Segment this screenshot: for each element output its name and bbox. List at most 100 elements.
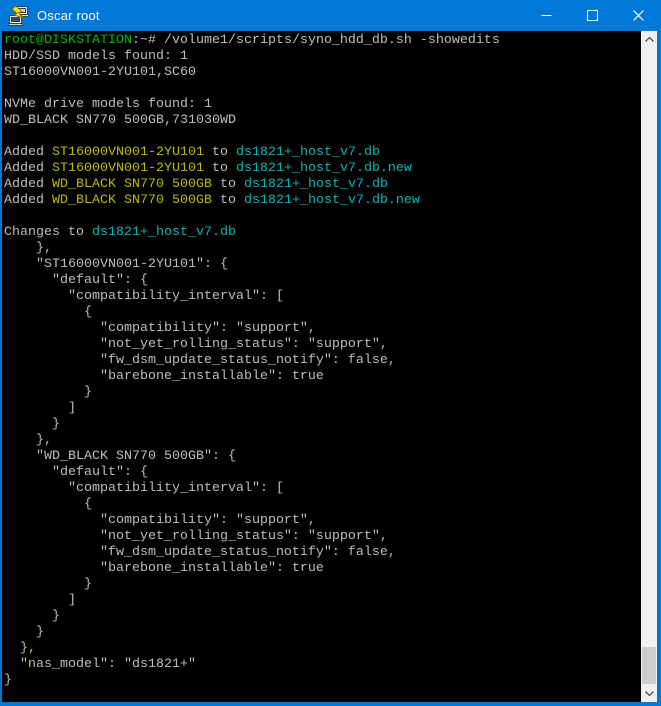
terminal-text-segment: to (212, 193, 244, 208)
terminal-text-segment: }, (4, 433, 52, 448)
terminal-line: "compatibility_interval": [ (4, 289, 641, 305)
terminal-text-segment: } (4, 385, 92, 400)
terminal-line: "barebone_installable": true (4, 369, 641, 385)
terminal-line: } (4, 577, 641, 593)
terminal-text-segment: HDD/SSD models found: 1 (4, 49, 188, 64)
terminal-line: { (4, 305, 641, 321)
terminal-line: "compatibility": "support", (4, 321, 641, 337)
terminal-line: { (4, 497, 641, 513)
terminal-text-segment: WD_BLACK SN770 500GB (52, 193, 212, 208)
terminal-line: Added WD_BLACK SN770 500GB to ds1821+_ho… (4, 177, 641, 193)
terminal-text-segment: "barebone_installable": true (4, 561, 324, 576)
terminal-text-segment: to (212, 177, 244, 192)
terminal-line: HDD/SSD models found: 1 (4, 49, 641, 65)
terminal-line: "fw_dsm_update_status_notify": false, (4, 545, 641, 561)
terminal-text-segment: } (4, 417, 60, 432)
terminal-text-segment: WD_BLACK SN770 500GB (52, 177, 212, 192)
putty-app-icon (8, 6, 28, 26)
terminal-text-segment: }, (4, 241, 52, 256)
terminal-line: } (4, 609, 641, 625)
terminal-text-segment: "ST16000VN001-2YU101": { (4, 257, 228, 272)
terminal-text-segment: NVMe drive models found: 1 (4, 97, 212, 112)
terminal-text-segment: "fw_dsm_update_status_notify": false, (4, 353, 396, 368)
titlebar[interactable]: Oscar root (0, 0, 661, 31)
scrollbar-thumb[interactable] (642, 647, 656, 684)
terminal-line: }, (4, 641, 641, 657)
terminal-line: Changes to ds1821+_host_v7.db (4, 225, 641, 241)
terminal-line: } (4, 417, 641, 433)
close-icon (633, 10, 644, 21)
terminal-text-segment: "compatibility_interval": [ (4, 289, 284, 304)
terminal-line: "default": { (4, 273, 641, 289)
terminal-screen[interactable]: root@DISKSTATION:~# /volume1/scripts/syn… (2, 31, 641, 702)
terminal-line: }, (4, 433, 641, 449)
maximize-button[interactable] (569, 0, 615, 31)
terminal-line (4, 209, 641, 225)
terminal-text-segment: :~# /volume1/scripts/syno_hdd_db.sh -sho… (132, 33, 500, 48)
terminal-text-segment: ] (4, 593, 76, 608)
terminal-text-segment: Added (4, 177, 52, 192)
terminal-text-segment: "compatibility_interval": [ (4, 481, 284, 496)
terminal-text-segment: to (204, 145, 236, 160)
terminal-line: "compatibility": "support", (4, 513, 641, 529)
terminal-line: "not_yet_rolling_status": "support", (4, 337, 641, 353)
terminal-text-segment: ds1821+_host_v7.db.new (244, 193, 420, 208)
terminal-text-segment: { (4, 497, 92, 512)
terminal-line: } (4, 673, 641, 689)
terminal-line: "default": { (4, 465, 641, 481)
window-controls (523, 0, 661, 31)
terminal-text-segment: "barebone_installable": true (4, 369, 324, 384)
terminal-text-segment: Changes to (4, 225, 92, 240)
terminal-scrollbar[interactable] (641, 31, 657, 702)
terminal-line (4, 81, 641, 97)
terminal-line: "compatibility_interval": [ (4, 481, 641, 497)
maximize-icon (587, 10, 598, 21)
terminal-line: WD_BLACK SN770 500GB,731030WD (4, 113, 641, 129)
chevron-up-icon (645, 37, 654, 42)
terminal-line: }, (4, 241, 641, 257)
terminal-text-segment: root@DISKSTATION (4, 33, 132, 48)
terminal-line: Added WD_BLACK SN770 500GB to ds1821+_ho… (4, 193, 641, 209)
scroll-up-button[interactable] (641, 31, 657, 48)
terminal-text-segment: Added (4, 145, 52, 160)
minimize-button[interactable] (523, 0, 569, 31)
close-button[interactable] (615, 0, 661, 31)
terminal-line: } (4, 625, 641, 641)
terminal-line: Added ST16000VN001-2YU101 to ds1821+_hos… (4, 161, 641, 177)
terminal-text-segment: "compatibility": "support", (4, 513, 316, 528)
terminal-text-segment: ds1821+_host_v7.db (244, 177, 388, 192)
terminal-line: Added ST16000VN001-2YU101 to ds1821+_hos… (4, 145, 641, 161)
terminal-text-segment: "not_yet_rolling_status": "support", (4, 529, 388, 544)
terminal-text-segment: Added (4, 193, 52, 208)
terminal-text-segment: to (204, 161, 236, 176)
terminal-line: "nas_model": "ds1821+" (4, 657, 641, 673)
terminal-text-segment: "default": { (4, 273, 148, 288)
terminal-text-segment: ST16000VN001-2YU101 (52, 161, 204, 176)
terminal-line: ] (4, 401, 641, 417)
terminal-text-segment: "nas_model": "ds1821+" (4, 657, 196, 672)
terminal-line: "barebone_installable": true (4, 561, 641, 577)
terminal-line (4, 129, 641, 145)
terminal-text-segment: ds1821+_host_v7.db (236, 145, 380, 160)
window-title: Oscar root (37, 8, 100, 23)
minimize-icon (541, 10, 552, 21)
terminal-text-segment: { (4, 305, 92, 320)
terminal-text-segment: } (4, 673, 12, 688)
terminal-text-segment: }, (4, 641, 36, 656)
putty-window: Oscar root root@DISKSTATION:~# /volume1 (0, 0, 661, 706)
terminal-line: "ST16000VN001-2YU101": { (4, 257, 641, 273)
terminal-text-segment: "WD_BLACK SN770 500GB": { (4, 449, 236, 464)
terminal-text-segment: WD_BLACK SN770 500GB,731030WD (4, 113, 236, 128)
scroll-down-button[interactable] (641, 685, 657, 702)
terminal-line: NVMe drive models found: 1 (4, 97, 641, 113)
terminal-text-segment: "fw_dsm_update_status_notify": false, (4, 545, 396, 560)
terminal-line: ST16000VN001-2YU101,SC60 (4, 65, 641, 81)
terminal-line: } (4, 385, 641, 401)
terminal-text-segment: ST16000VN001-2YU101 (52, 145, 204, 160)
terminal-text-segment: "default": { (4, 465, 148, 480)
terminal-text-segment: ds1821+_host_v7.db.new (236, 161, 412, 176)
terminal-text-segment: "compatibility": "support", (4, 321, 316, 336)
terminal-text-segment: } (4, 577, 92, 592)
terminal-text-segment: ds1821+_host_v7.db (92, 225, 236, 240)
terminal-text-segment: } (4, 609, 60, 624)
